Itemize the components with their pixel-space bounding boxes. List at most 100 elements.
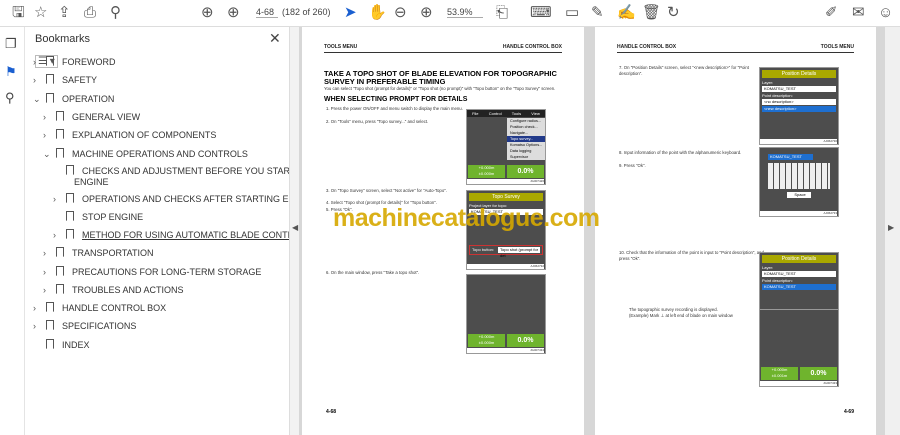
bookmark-label: SPECIFICATIONS [62,321,137,331]
bookmark-item[interactable]: › GENERAL VIEW [43,111,140,123]
step: 2. On "Tools" menu, press "Topo survey..… [326,119,429,124]
readout-pct: 0.0% [507,165,544,178]
bookmark-item[interactable]: › SAFETY [33,74,97,86]
position-details-screenshot: Position Details Layer: KOMATSU_TEST Poi… [759,67,839,145]
save-icon[interactable]: 🖫 [12,4,25,22]
comment-icon[interactable]: ▭ [565,4,579,22]
bookmark-item[interactable]: › TRANSPORTATION [43,247,154,259]
bookmark-icon [46,339,54,349]
bookmark-label: EXPLANATION OF COMPONENTS [72,130,217,140]
close-icon[interactable]: ✕ [269,30,281,47]
fill-sign-icon[interactable]: ✐ [825,4,838,22]
bookmark-label: TRANSPORTATION [72,248,154,258]
chevron-right-icon[interactable]: › [53,230,63,241]
bookmark-icon [56,148,64,158]
bookmark-item[interactable]: › HANDLE CONTROL BOX [33,302,166,314]
collapse-arrow-icon[interactable]: ◀ [292,223,298,232]
menu-tab: Tools [511,111,522,116]
chevron-right-icon[interactable]: › [53,194,63,205]
search-icon[interactable]: ⚲ [110,4,121,22]
chevron-right-icon[interactable]: › [43,112,53,123]
attachments-icon[interactable]: ⚲ [5,90,15,106]
scroll-mode-icon[interactable]: ⌨ [530,4,552,22]
header-right: HANDLE CONTROL BOX [502,44,562,50]
bookmark-item[interactable]: CHECKS AND ADJUSTMENT BEFORE YOU START [53,165,295,177]
main-window-screenshot: +0.000m ±0.000m 0.0% JG007434 [466,274,546,354]
chevron-right-icon[interactable]: › [43,130,53,141]
layer-field: KOMATSU_TEST [762,271,836,277]
description-option-selected: <new description> [762,106,836,112]
pages-icon[interactable]: ❐ [5,36,17,52]
bookmark-label: TROUBLES AND ACTIONS [72,285,184,295]
navigation-rail: ❐ ⚑ ⚲ [0,27,25,435]
previous-page-icon[interactable]: ⊕ [201,4,214,22]
bookmark-icon [66,165,74,175]
bookmark-icon [56,111,64,121]
menu-tab: View [531,111,540,116]
bookmarks-icon[interactable]: ⚑ [5,64,17,80]
select-tool-icon[interactable]: ➤ [344,4,357,22]
bookmark-item[interactable]: ⌄ OPERATION [33,93,114,105]
page-number-input[interactable]: 4-68 [256,7,278,18]
chevron-right-icon[interactable]: › [33,321,43,332]
chevron-right-icon[interactable]: › [43,248,53,259]
bookmark-icon [66,229,74,239]
step: 1. Press the power ON/OFF and menu switc… [326,106,463,111]
sign-icon[interactable]: ✍ [617,4,636,22]
bookmark-item[interactable]: STOP ENGINE [53,211,143,223]
bookmark-item[interactable]: ENGINE [74,177,109,188]
bookmark-label: HANDLE CONTROL BOX [62,303,167,313]
keyboard-screenshot: KOMATSU_TEST Space AJ062733 [759,147,839,217]
hand-tool-icon[interactable]: ✋ [368,4,387,22]
chevron-down-icon[interactable]: ⌄ [33,94,43,105]
page-number: 4-68 [326,409,337,415]
bookmark-item[interactable]: › SPECIFICATIONS [33,320,136,332]
bookmark-icon [46,93,54,103]
step: 6. On the main window, press "Take a top… [326,270,420,275]
menu-screenshot: File Control Tools View Configure radios...… [466,109,546,185]
chevron-right-icon[interactable]: › [33,75,43,86]
bookmark-item[interactable]: INDEX [33,339,90,351]
expand-arrow-icon[interactable]: ▶ [888,223,894,232]
space-key: Space [787,192,811,198]
bookmark-item[interactable]: › OPERATIONS AND CHECKS AFTER STARTING EN… [53,193,317,205]
figure-code: JG007433 [760,381,837,386]
figure-code: JG007426 [467,179,544,184]
rotate-icon[interactable]: ↻ [667,4,680,22]
chevron-right-icon[interactable]: › [33,57,43,68]
chevron-right-icon[interactable]: › [43,267,53,278]
bookmark-label: MACHINE OPERATIONS AND CONTROLS [72,149,248,159]
topo-button-field: Topo shot (prompt for det [498,247,540,258]
bookmark-item[interactable]: › METHOD FOR USING AUTOMATIC BLADE CONTRO… [53,229,306,241]
email-icon[interactable]: ✉ [852,4,865,22]
next-page-icon[interactable]: ⊕ [227,4,240,22]
print-icon[interactable]: ⎙ [84,4,96,22]
bookmark-item[interactable]: › FOREWORD [33,56,116,68]
zoom-level-select[interactable]: 53.9% [447,7,483,18]
vertical-scrollbar[interactable]: ▶ [885,27,900,435]
panel-splitter[interactable]: ◀ [289,27,299,435]
chevron-right-icon[interactable]: › [33,303,43,314]
bookmark-item[interactable]: › EXPLANATION OF COMPONENTS [43,129,216,141]
section-title: TAKE A TOPO SHOT OF BLADE ELEVATION FOR … [324,69,557,86]
label: Point description: [762,278,793,283]
zoom-in-icon[interactable]: ⊕ [420,4,433,22]
page-number: 4-69 [843,409,854,415]
delete-icon[interactable]: 🗑 [642,4,661,22]
step: 10. Check that the information of the po… [619,250,764,261]
bookmark-item[interactable]: › PRECAUTIONS FOR LONG-TERM STORAGE [43,266,261,278]
chevron-down-icon[interactable]: ⌄ [43,149,53,160]
zoom-out-icon[interactable]: ⊖ [394,4,407,22]
readout-pct: 0.0% [800,367,837,380]
chevron-right-icon[interactable]: › [43,285,53,296]
bookmark-item[interactable]: › TROUBLES AND ACTIONS [43,284,184,296]
readout-b: ±0.000m [478,171,495,176]
upload-icon[interactable]: ⇪ [58,4,71,22]
fit-page-icon[interactable]: ⎗ [496,4,508,22]
bookmark-star-icon[interactable]: ☆ [34,4,47,22]
readout-a: +0.000m [771,367,788,372]
bookmark-item[interactable]: ⌄ MACHINE OPERATIONS AND CONTROLS [43,148,248,160]
account-icon[interactable]: ☺ [878,4,893,22]
highlight-pen-icon[interactable]: ✎ [591,4,604,22]
figure-code: AJ062733 [760,211,837,216]
